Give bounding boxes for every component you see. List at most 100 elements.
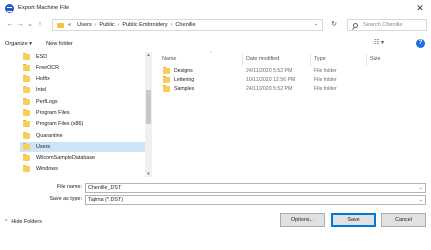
search-input[interactable]: Search Chenille <box>347 19 427 31</box>
file-date-modified: 24/11/2020 5:52 PM <box>246 86 293 92</box>
file-date-modified: 10/11/2020 12:56 PM <box>246 77 296 83</box>
scroll-up-button[interactable]: ▲ <box>145 52 152 58</box>
column-header-date-modified[interactable]: Date modified <box>246 56 279 65</box>
title-bar: Export Machine File ✕ <box>0 0 431 16</box>
filename-row: File name: Chenille_DST ⌄ <box>0 183 431 193</box>
folder-icon <box>23 154 30 161</box>
chevron-up-icon: ^ <box>5 219 8 225</box>
file-name: Samples <box>174 86 195 92</box>
breadcrumb-overflow[interactable]: « <box>68 22 71 28</box>
address-bar[interactable]: « Users › Public › Public Embroidery › C… <box>52 19 323 31</box>
breadcrumb-separator: › <box>170 22 173 28</box>
sidebar-item-esd[interactable]: ESD <box>20 52 148 62</box>
up-button[interactable]: ↑ <box>35 19 45 31</box>
breadcrumb-item-public-embroidery[interactable]: Public Embroidery <box>122 22 167 28</box>
sidebar-item-freeocr[interactable]: FreeOCR <box>20 63 148 73</box>
breadcrumb-item-chenille[interactable]: Chenille <box>175 22 195 28</box>
file-list: Name ^ Date modified Type Size Designs 2… <box>158 50 428 177</box>
folder-icon <box>163 85 170 92</box>
folder-icon <box>23 132 30 139</box>
folder-icon <box>23 98 30 105</box>
file-type: File folder <box>314 86 337 92</box>
refresh-button[interactable]: ↻ <box>327 19 341 31</box>
column-divider[interactable] <box>242 54 243 66</box>
column-header-label: Name <box>162 56 177 62</box>
folder-icon <box>163 67 170 74</box>
navigation-pane: ESD FreeOCR Hotfix Intel PerfLogs Progra… <box>20 52 148 177</box>
savetype-row: Save as type: Tajima (*.DST) ⌄ <box>0 195 431 205</box>
sidebar-item-program-files[interactable]: Program Files <box>20 108 148 118</box>
sidebar-item-label: Windows <box>36 166 58 172</box>
breadcrumb-item-public[interactable]: Public <box>99 22 114 28</box>
navigation-scrollbar[interactable]: ▲ ▼ <box>145 52 152 177</box>
sidebar-item-label: Program Files <box>36 110 70 116</box>
folder-icon <box>23 53 30 60</box>
help-button[interactable]: ? <box>416 39 425 48</box>
sidebar-item-label: ESD <box>36 54 48 60</box>
search-icon <box>353 22 358 28</box>
savetype-label: Save as type: <box>49 196 82 202</box>
breadcrumb-separator: › <box>94 22 97 28</box>
savetype-select[interactable]: Tajima (*.DST) ⌄ <box>85 195 426 205</box>
scroll-down-button[interactable]: ▼ <box>145 171 152 177</box>
folder-icon <box>23 120 30 127</box>
close-button[interactable]: ✕ <box>415 3 425 13</box>
new-folder-button[interactable]: New folder <box>46 41 73 47</box>
address-dropdown-button[interactable]: ⌄ <box>314 21 318 27</box>
sidebar-item-hotfix[interactable]: Hotfix <box>20 74 148 84</box>
sidebar-item-label: FreeOCR <box>36 65 60 71</box>
app-logo-icon <box>5 3 14 13</box>
column-header-name[interactable]: Name <box>162 56 176 65</box>
view-options-button[interactable]: ☷ ▾ <box>374 39 384 46</box>
column-divider[interactable] <box>310 54 311 66</box>
sort-indicator-icon: ^ <box>210 50 212 55</box>
folder-icon <box>163 76 170 83</box>
hide-folders-button[interactable]: ^ Hide Folders <box>5 219 42 225</box>
file-name: Designs <box>174 68 193 74</box>
options-button[interactable]: Options... <box>280 213 325 227</box>
export-dialog: Export Machine File ✕ ← → ⌄ ↑ « Users › … <box>0 0 431 250</box>
command-bar: Organize ▾ New folder ☷ ▾ ? <box>0 37 431 51</box>
sidebar-item-label: Users <box>36 144 51 150</box>
sidebar-item-quarantine[interactable]: Quarantine <box>20 131 148 141</box>
breadcrumb-item-users[interactable]: Users <box>77 22 92 28</box>
sidebar-item-label: WilcomSampleDatabase <box>36 155 96 161</box>
sidebar-item-label: Intel <box>36 87 47 93</box>
folder-icon <box>57 22 64 28</box>
organize-button[interactable]: Organize ▾ <box>5 41 32 47</box>
sidebar-item-wilcomsampledatabase[interactable]: WilcomSampleDatabase <box>20 153 148 163</box>
breadcrumb: « Users › Public › Public Embroidery › C… <box>68 22 196 28</box>
filename-value: Chenille_DST <box>88 185 122 191</box>
chevron-down-icon[interactable]: ⌄ <box>419 196 423 204</box>
filename-field[interactable]: Chenille_DST ⌄ <box>85 183 426 193</box>
forward-button[interactable]: → <box>15 19 25 31</box>
breadcrumb-separator: › <box>117 22 120 28</box>
sidebar-item-windows[interactable]: Windows <box>20 164 148 174</box>
sidebar-item-label: Program Files (x86) <box>36 121 84 127</box>
sidebar-item-program-files-x86[interactable]: Program Files (x86) <box>20 119 148 129</box>
file-name: Lettering <box>174 77 195 83</box>
navigation-bar: ← → ⌄ ↑ « Users › Public › Public Embroi… <box>0 17 431 33</box>
table-row[interactable]: Samples 24/11/2020 5:52 PM File folder <box>158 85 428 93</box>
scrollbar-thumb[interactable] <box>146 90 151 124</box>
save-button[interactable]: Save <box>331 213 376 227</box>
sidebar-item-intel[interactable]: Intel <box>20 85 148 95</box>
cancel-button[interactable]: Cancel <box>381 213 426 227</box>
column-divider[interactable] <box>366 54 367 66</box>
chevron-down-icon[interactable]: ⌄ <box>419 184 423 192</box>
folder-icon <box>23 75 30 82</box>
folder-icon <box>23 109 30 116</box>
sidebar-item-perflogs[interactable]: PerfLogs <box>20 97 148 107</box>
folder-icon <box>23 64 30 71</box>
sidebar-item-label: Quarantine <box>36 133 63 139</box>
column-header-size[interactable]: Size <box>370 56 381 65</box>
table-row[interactable]: Lettering 10/11/2020 12:56 PM File folde… <box>158 76 428 84</box>
hide-folders-label: Hide Folders <box>11 219 42 225</box>
sidebar-item-users[interactable]: Users <box>20 142 148 152</box>
back-button[interactable]: ← <box>5 19 15 31</box>
sidebar-item-label: Hotfix <box>36 76 50 82</box>
column-header-type[interactable]: Type <box>314 56 326 65</box>
file-date-modified: 24/11/2020 5:52 PM <box>246 68 293 74</box>
table-row[interactable]: Designs 24/11/2020 5:52 PM File folder <box>158 67 428 75</box>
recent-locations-button[interactable]: ⌄ <box>25 19 35 31</box>
